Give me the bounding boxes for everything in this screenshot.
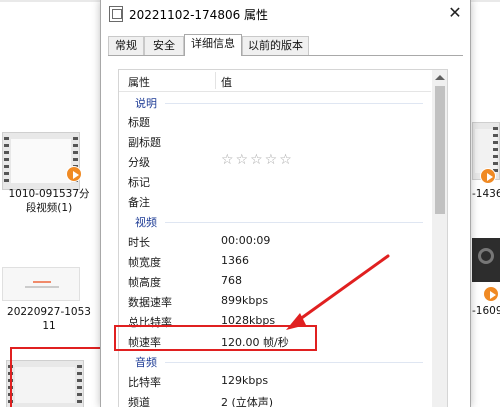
tab-details[interactable]: 详细信息 xyxy=(184,34,242,56)
red-arrow-icon xyxy=(286,254,390,330)
